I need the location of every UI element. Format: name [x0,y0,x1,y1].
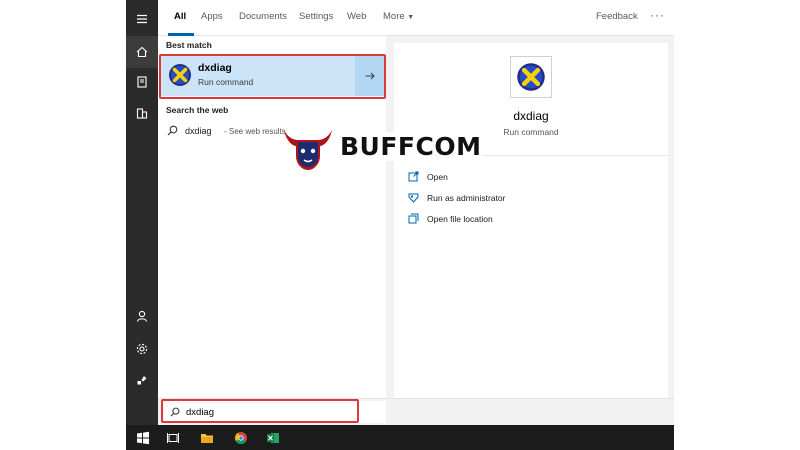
left-rail [126,0,158,425]
home-icon [136,46,148,58]
filter-tab-bar: All Apps Documents Settings Web More ▼ F… [158,0,674,36]
search-field[interactable] [164,401,386,423]
search-icon [170,407,180,417]
tab-documents[interactable]: Documents [239,11,287,22]
shield-icon [408,193,419,203]
action-run-as-admin[interactable]: Run as administrator [408,191,608,207]
settings-icon [136,343,148,355]
user-icon [136,310,148,322]
watermark: BUFFCOM [280,122,484,174]
action-run-as-admin-label: Run as administrator [427,193,506,203]
start-button[interactable] [128,425,158,450]
folder-icon [408,213,419,224]
web-search-hint: - See web results [224,127,286,136]
windows-start-icon [137,431,149,444]
detail-title: dxdiag [513,109,549,123]
feedback-icon [137,376,147,385]
file-explorer-button[interactable] [192,425,222,450]
action-open-file-location-label: Open file location [427,214,493,224]
task-view-icon [167,432,179,443]
dxdiag-icon [517,63,545,91]
tab-apps[interactable]: Apps [201,11,223,22]
file-explorer-icon [201,433,213,443]
home-button[interactable] [126,36,158,68]
hamburger-icon [137,14,147,24]
search-icon [167,125,178,136]
best-match-subtitle: Run command [198,77,254,87]
excel-button[interactable] [258,425,288,450]
menu-button[interactable] [126,3,158,35]
feedback-button[interactable] [126,364,158,396]
tab-more[interactable]: More ▼ [383,11,414,22]
excel-icon [267,432,279,443]
chrome-icon [234,431,247,444]
documents-button[interactable] [126,66,158,98]
chevron-down-icon: ▼ [407,14,415,21]
expand-arrow-button[interactable] [355,55,384,96]
feedback-link[interactable]: Feedback [596,11,638,22]
tab-settings[interactable]: Settings [299,11,333,22]
building-icon [136,108,148,119]
results-panel: Best match dxdiag Run command Search the… [158,36,386,398]
more-options-icon[interactable]: ··· [650,8,665,22]
best-match-heading: Best match [166,40,212,50]
tab-web[interactable]: Web [347,11,366,22]
detail-icon-frame [510,56,552,98]
web-button[interactable] [126,97,158,129]
search-web-heading: Search the web [166,105,229,115]
settings-button[interactable] [126,333,158,365]
documents-icon [137,76,147,88]
account-button[interactable] [126,300,158,332]
tab-more-label: More [383,11,405,22]
search-bar [158,398,674,425]
best-match-open-area[interactable]: dxdiag Run command [161,55,353,96]
action-open-file-location[interactable]: Open file location [408,212,608,228]
arrow-right-icon [365,72,375,79]
taskbar [126,425,674,450]
start-search-window: All Apps Documents Settings Web More ▼ F… [126,0,674,450]
web-search-term: dxdiag [185,126,212,136]
best-match-item[interactable]: dxdiag Run command [161,55,384,96]
chrome-button[interactable] [226,425,256,450]
detail-panel: dxdiag Run command Open Run as administr… [394,43,668,398]
task-view-button[interactable] [158,425,188,450]
dxdiag-icon [169,64,191,86]
best-match-title: dxdiag [198,62,232,74]
watermark-text: BUFFCOM [338,132,484,161]
search-input[interactable] [186,404,381,420]
tab-all[interactable]: All [174,11,186,22]
bull-logo-icon [284,130,332,170]
